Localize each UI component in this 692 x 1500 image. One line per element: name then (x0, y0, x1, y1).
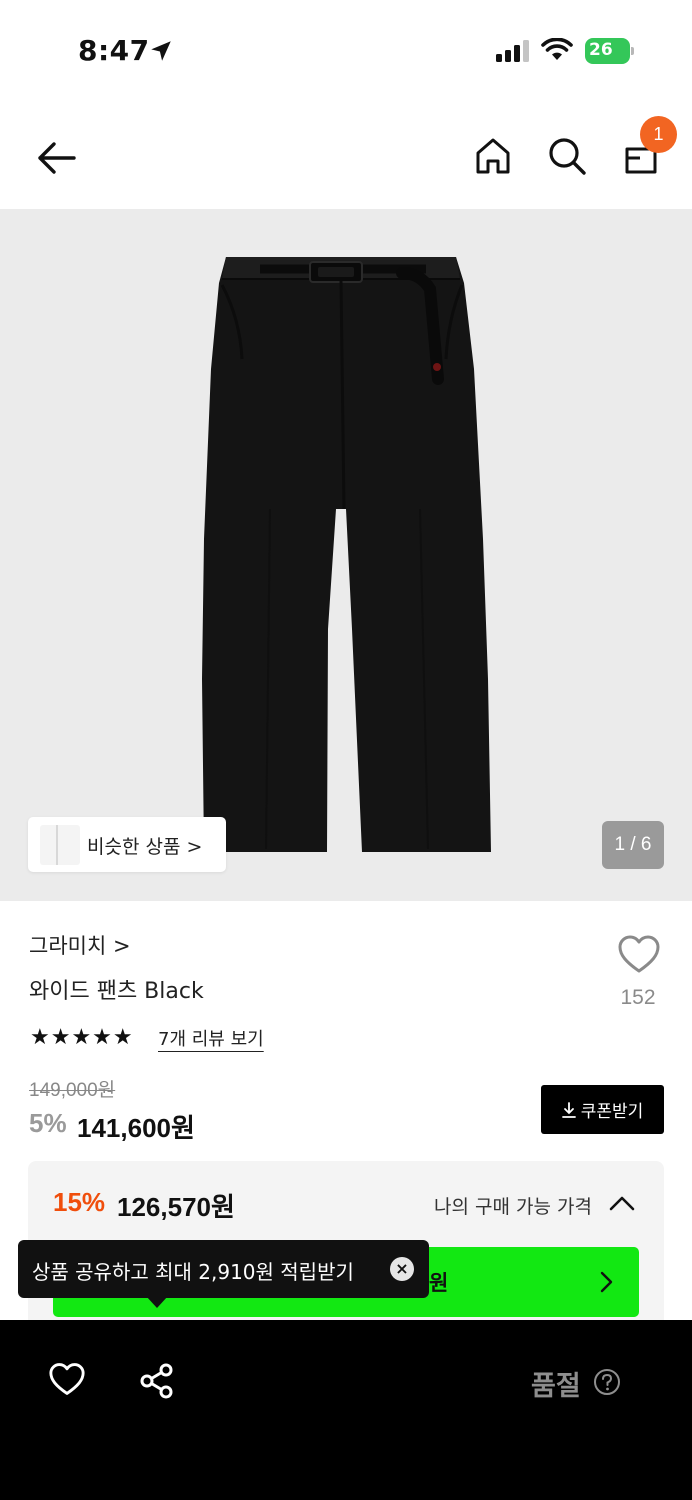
battery-level: 26 (589, 40, 613, 60)
location-arrow-icon (151, 41, 171, 61)
wide-pants-image (202, 257, 491, 852)
share-icon[interactable] (138, 1362, 176, 1400)
home-icon[interactable] (474, 136, 512, 176)
battery-indicator: 26 (585, 38, 635, 64)
review-link[interactable]: 7개 리뷰 보기 (158, 1025, 264, 1051)
heart-icon[interactable] (48, 1362, 86, 1396)
star-rating: ★★★★★ (30, 1025, 134, 1050)
image-pager: 1 / 6 (602, 821, 664, 869)
top-nav: 1 (0, 116, 692, 198)
back-arrow-icon[interactable] (34, 138, 78, 178)
wifi-icon (541, 38, 573, 60)
coupon-label: 쿠폰받기 (580, 1102, 644, 1122)
product-image[interactable] (0, 209, 692, 901)
product-name: 와이드 팬츠 Black (29, 979, 204, 1004)
discount-rate: 5% (29, 1108, 67, 1138)
download-icon (561, 1101, 576, 1118)
cellular-signal-icon (496, 40, 529, 62)
like-count: 152 (620, 986, 656, 1009)
chevron-up-icon[interactable] (608, 1194, 636, 1212)
tooltip-tail (146, 1296, 168, 1308)
tooltip-text: 상품 공유하고 최대 2,910원 적립받기 (32, 1260, 354, 1284)
similar-products-button[interactable]: 비슷한 상품 > (28, 817, 226, 872)
best-price: 126,570원 (117, 1192, 235, 1222)
chevron-right-icon (600, 1271, 613, 1293)
bottom-action-bar: 품절 (0, 1320, 692, 1500)
search-icon[interactable] (547, 136, 587, 176)
similar-products-label: 비슷한 상품 > (87, 836, 203, 858)
share-reward-tooltip: 상품 공유하고 최대 2,910원 적립받기 × (18, 1240, 429, 1308)
cart-count-badge: 1 (640, 116, 677, 153)
similar-product-thumbnail (40, 825, 80, 865)
close-icon[interactable]: × (390, 1257, 414, 1281)
brand-link[interactable]: 그라미치 > (29, 930, 131, 960)
clock: 8:47 (78, 34, 150, 67)
sale-price: 141,600원 (77, 1113, 195, 1143)
my-price-toggle-label[interactable]: 나의 구매 가능 가격 (434, 1192, 592, 1219)
status-bar: 8:47 26 (0, 0, 692, 100)
coupon-download-button[interactable]: 쿠폰받기 (541, 1085, 664, 1134)
original-price: 149,000원 (29, 1080, 116, 1101)
wishlist-heart-icon[interactable] (617, 934, 661, 974)
sold-out-label: 품절 (531, 1371, 581, 1402)
best-discount-rate: 15% (53, 1187, 106, 1217)
promo-bar-text: 원 (429, 1271, 449, 1295)
help-circle-icon[interactable] (593, 1368, 621, 1396)
